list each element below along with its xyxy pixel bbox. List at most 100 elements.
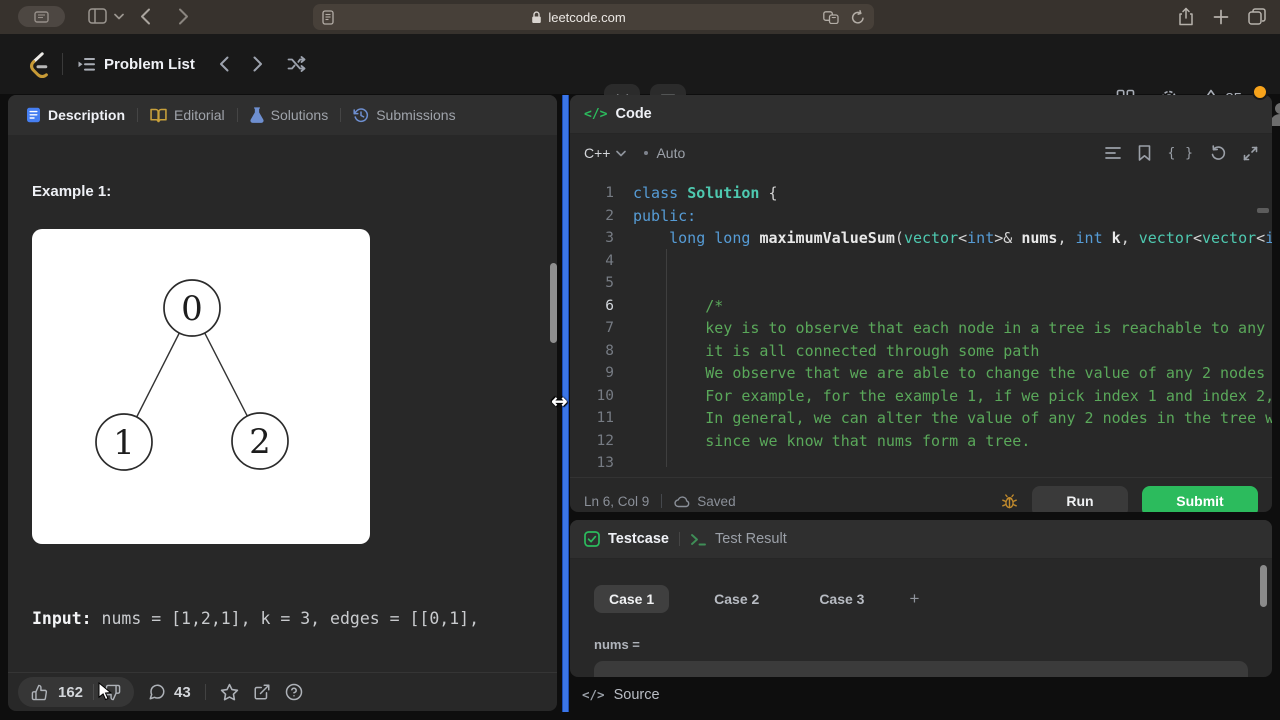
- page-settings-icon[interactable]: [322, 9, 334, 25]
- tree-node-1-label: 1: [113, 423, 135, 463]
- share-problem-icon[interactable]: [253, 683, 271, 701]
- code-text: key is to observe that each node in a tr…: [633, 319, 1272, 338]
- fullscreen-icon[interactable]: [1243, 146, 1258, 161]
- code-text: In general, we can alter the value of an…: [633, 409, 1272, 428]
- likes-count: 162: [58, 683, 84, 701]
- code-line: 6 /*: [570, 295, 1272, 318]
- source-label[interactable]: Source: [614, 687, 660, 703]
- add-case-button[interactable]: +: [909, 589, 919, 609]
- comments-button[interactable]: 43: [148, 683, 191, 701]
- reload-icon[interactable]: [851, 9, 865, 25]
- terminal-icon: [690, 532, 707, 547]
- line-number: 5: [605, 275, 614, 292]
- saved-label: Saved: [697, 493, 736, 509]
- code-line: 9 We observe that we are able to change …: [570, 362, 1272, 385]
- code-toolbar: C++ Auto { }: [570, 134, 1272, 172]
- tab-editorial[interactable]: Editorial: [148, 103, 227, 127]
- submit-button[interactable]: Submit: [1142, 485, 1258, 512]
- line-number: 7: [605, 320, 614, 337]
- page-root: leetcode.com Problem List Description Ed…: [0, 0, 1280, 720]
- code-line: 4: [570, 250, 1272, 273]
- case-3-tab[interactable]: Case 3: [804, 585, 879, 613]
- address-bar[interactable]: leetcode.com: [313, 4, 874, 30]
- footer-separator: [204, 684, 206, 700]
- vote-separator: [93, 684, 95, 700]
- auto-mode[interactable]: Auto: [644, 145, 685, 161]
- star-icon[interactable]: [220, 683, 239, 702]
- help-icon[interactable]: [285, 683, 303, 701]
- next-problem-icon[interactable]: [253, 56, 263, 72]
- browser-back-button[interactable]: [140, 8, 151, 25]
- indent-guide: [666, 249, 667, 467]
- description-scrollbar[interactable]: [550, 263, 557, 343]
- description-tabbar: Description Editorial Solutions Submissi…: [8, 95, 557, 135]
- tab-description[interactable]: Description: [24, 103, 127, 127]
- lock-icon: [531, 10, 542, 24]
- sidebar-chevron-down-icon[interactable]: [114, 13, 124, 20]
- browser-forward-button[interactable]: [178, 8, 189, 25]
- tab-separator: [679, 532, 680, 546]
- tab-overview-icon[interactable]: [1248, 8, 1266, 25]
- share-icon[interactable]: [1178, 7, 1194, 26]
- tab-solutions[interactable]: Solutions: [248, 103, 331, 127]
- language-selector[interactable]: C++: [584, 145, 627, 161]
- language-chevron-down-icon: [616, 150, 627, 157]
- code-line: 10 For example, for the example 1, if we…: [570, 385, 1272, 408]
- submissions-history-icon: [353, 107, 369, 123]
- testcase-check-icon: [584, 531, 600, 547]
- editorial-book-icon: [150, 108, 167, 123]
- code-text: /*: [633, 296, 724, 315]
- code-text: it is all connected through some path: [633, 341, 1040, 360]
- code-panel: </> Code C++ Auto { } 1 class Solution {2…: [570, 95, 1272, 512]
- cloud-icon: [674, 495, 691, 508]
- code-text: long long maximumValueSum(vector<int>& n…: [669, 229, 1272, 248]
- tab-editorial-label: Editorial: [174, 107, 225, 123]
- case-2-tab[interactable]: Case 2: [699, 585, 774, 613]
- header-divider: [62, 53, 63, 75]
- code-text: For example, for the example 1, if we pi…: [633, 386, 1272, 405]
- bookmark-icon[interactable]: [1138, 145, 1151, 161]
- editor-scrollbar[interactable]: [1257, 208, 1269, 213]
- code-editor[interactable]: 1 class Solution {2 public: 3 long long max…: [570, 172, 1272, 477]
- tab-submissions[interactable]: Submissions: [351, 103, 457, 127]
- saved-status: Saved: [674, 493, 736, 509]
- code-panel-header: </> Code: [570, 95, 1272, 134]
- sidebar-toggle-icon[interactable]: [88, 8, 107, 24]
- problem-list-label[interactable]: Problem List: [104, 56, 195, 73]
- tab-separator: [137, 108, 139, 122]
- code-line: 1 class Solution {: [570, 182, 1272, 205]
- line-number: 11: [596, 410, 614, 427]
- source-code-icon: </>: [582, 687, 605, 702]
- format-code-icon[interactable]: [1104, 146, 1121, 160]
- example-io-block: Input: nums = [1,2,1], k = 3, edges = [[…: [32, 564, 533, 672]
- leetcode-logo[interactable]: [26, 50, 50, 78]
- tree-node-0-label: 0: [181, 289, 203, 329]
- vote-pill: 162: [18, 677, 135, 707]
- description-doc-icon: [26, 107, 41, 123]
- code-text: class Solution {: [633, 184, 778, 203]
- tab-testcase-label: Testcase: [608, 531, 669, 547]
- run-button[interactable]: Run: [1032, 485, 1128, 512]
- tab-testcase[interactable]: Testcase: [584, 531, 669, 547]
- testcase-scrollbar[interactable]: [1260, 565, 1267, 607]
- problem-list-nav[interactable]: Problem List: [77, 56, 195, 73]
- translate-icon[interactable]: [823, 10, 839, 24]
- reset-code-icon[interactable]: [1211, 145, 1226, 161]
- debug-bug-icon[interactable]: [1001, 493, 1018, 510]
- random-problem-icon[interactable]: [287, 56, 306, 72]
- thumbs-up-icon[interactable]: [31, 684, 48, 701]
- tab-solutions-label: Solutions: [270, 107, 329, 123]
- line-number: 12: [596, 432, 614, 449]
- code-line: 8 it is all connected through some path: [570, 340, 1272, 363]
- window-controls-pill[interactable]: [18, 6, 65, 27]
- language-label: C++: [584, 145, 611, 161]
- prev-problem-icon[interactable]: [219, 56, 229, 72]
- tab-test-result[interactable]: Test Result: [690, 531, 787, 547]
- new-tab-icon[interactable]: [1213, 9, 1229, 25]
- nums-input[interactable]: [594, 661, 1248, 677]
- case-tabs: Case 1 Case 2 Case 3 +: [594, 585, 1272, 613]
- braces-icon[interactable]: { }: [1168, 146, 1194, 161]
- case-1-tab[interactable]: Case 1: [594, 585, 670, 613]
- tab-separator: [340, 108, 342, 122]
- source-footer: </> Source: [570, 677, 1280, 712]
